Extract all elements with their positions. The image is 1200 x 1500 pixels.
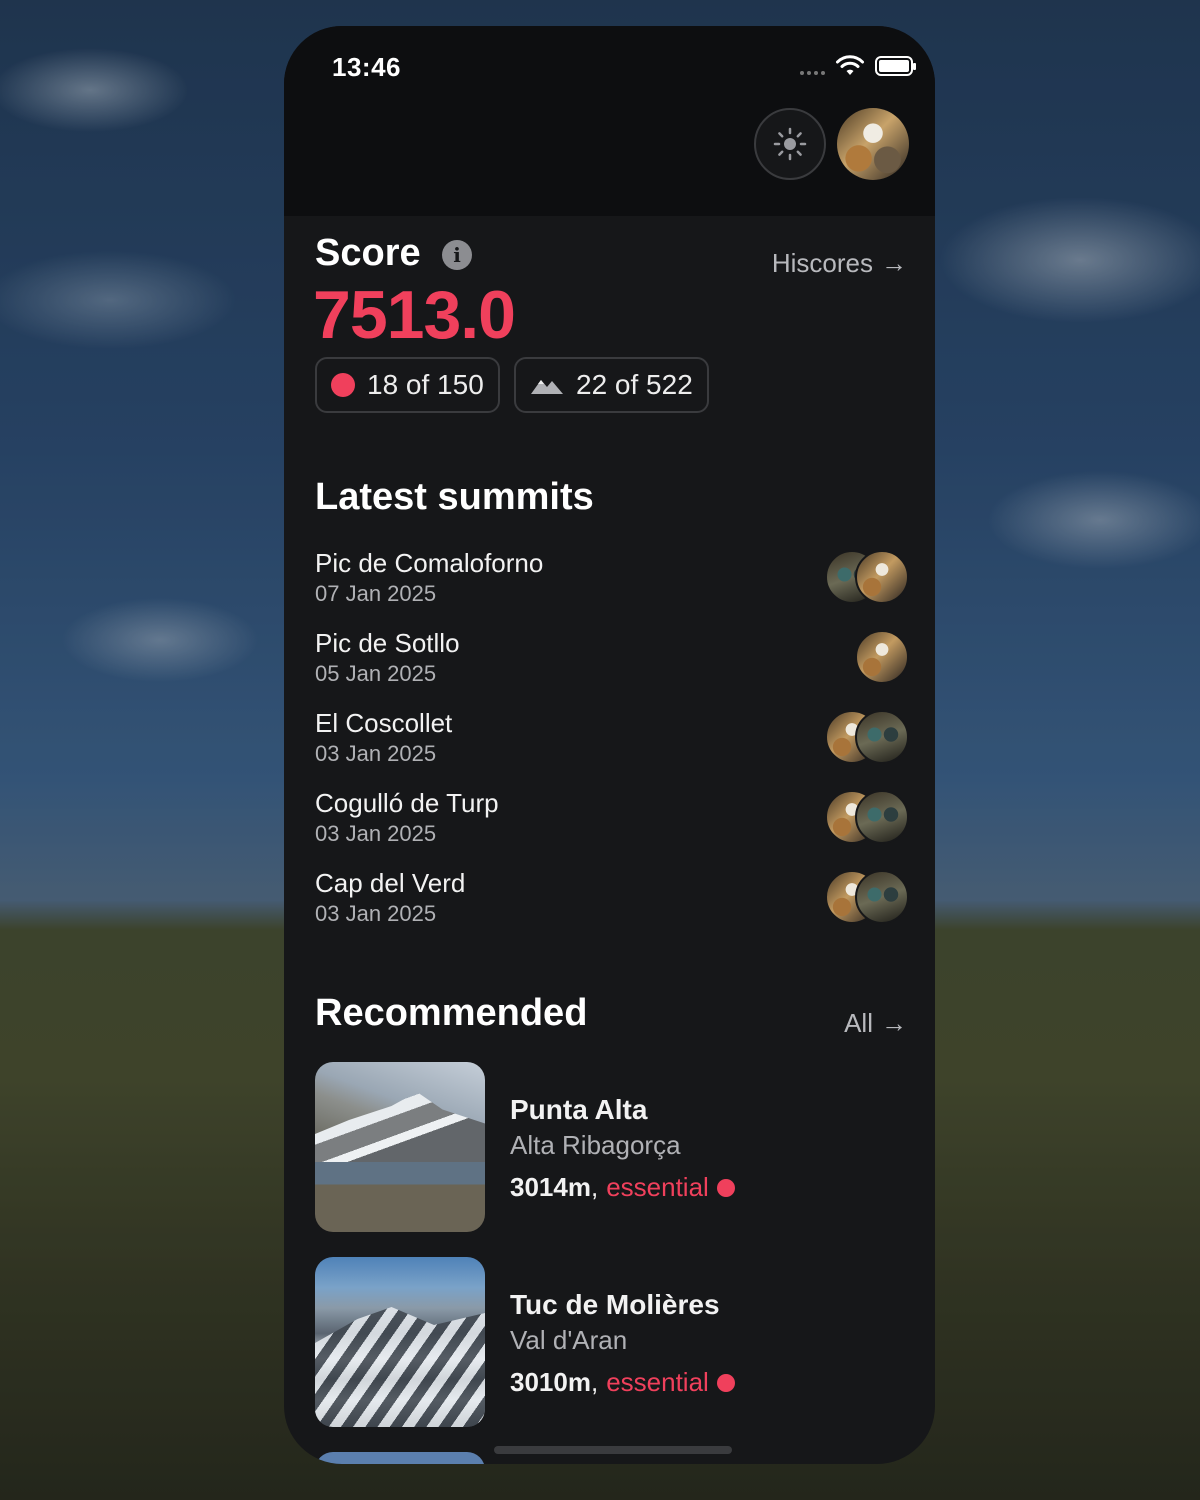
all-label: All xyxy=(844,1008,873,1038)
battery-icon xyxy=(875,56,916,76)
summit-row[interactable]: Pic de Sotllo 05 Jan 2025 xyxy=(315,626,909,706)
summit-row[interactable]: El Coscollet 03 Jan 2025 xyxy=(315,706,909,786)
climber-avatars xyxy=(825,550,909,604)
peak-photo xyxy=(315,1062,485,1232)
peak-name: Punta Alta xyxy=(510,1094,648,1125)
summit-date: 03 Jan 2025 xyxy=(315,901,437,926)
summit-name: El Coscollet xyxy=(315,708,453,738)
summit-row[interactable]: Cap del Verd 03 Jan 2025 xyxy=(315,866,909,946)
peak-category: essential xyxy=(606,1172,709,1202)
climber-avatars xyxy=(825,710,909,764)
essential-progress-badge[interactable]: 18 of 150 xyxy=(315,357,500,413)
profile-avatar[interactable] xyxy=(837,108,909,180)
sun-icon xyxy=(773,127,807,161)
summit-name: Cogulló de Turp xyxy=(315,788,499,818)
score-title: Score xyxy=(315,232,421,274)
climber-avatar xyxy=(855,550,909,604)
hiscores-link[interactable]: Hiscores → xyxy=(772,248,907,279)
climber-avatar xyxy=(855,710,909,764)
peak-elevation: 3014m xyxy=(510,1172,591,1202)
score-value: 7513.0 xyxy=(313,277,516,353)
home-indicator xyxy=(494,1446,732,1454)
status-time: 13:46 xyxy=(332,52,401,82)
recommended-card[interactable]: Punta Alta Alta Ribagorça 3014m, essenti… xyxy=(315,1062,909,1232)
summit-name: Pic de Sotllo xyxy=(315,628,460,658)
phone-screen: 13:46 Score i Hiscores → 7513.0 18 of 15… xyxy=(284,26,935,1464)
separator: , xyxy=(590,1367,599,1397)
peak-category: essential xyxy=(606,1367,709,1397)
essential-dot-icon xyxy=(716,1178,735,1197)
latest-summits-title: Latest summits xyxy=(315,476,594,518)
summit-row[interactable]: Cogulló de Turp 03 Jan 2025 xyxy=(315,786,909,866)
climber-avatar xyxy=(855,790,909,844)
latest-summits-list: Pic de Comaloforno 07 Jan 2025 Pic de Sotl… xyxy=(315,546,909,946)
summit-name: Pic de Comaloforno xyxy=(315,548,544,578)
hiscores-label: Hiscores xyxy=(771,248,873,278)
peak-photo xyxy=(315,1257,485,1427)
summit-date: 03 Jan 2025 xyxy=(315,821,437,846)
climber-avatar xyxy=(855,630,909,684)
summit-row[interactable]: Pic de Comaloforno 07 Jan 2025 xyxy=(315,546,909,626)
peak-region: Alta Ribagorça xyxy=(510,1130,681,1160)
peak-region: Val d'Aran xyxy=(510,1325,628,1355)
climber-avatars xyxy=(855,630,909,684)
all-recommended-link[interactable]: All → xyxy=(844,1008,907,1039)
essential-dot-icon xyxy=(331,373,355,397)
summit-name: Cap del Verd xyxy=(315,868,466,898)
summit-date: 03 Jan 2025 xyxy=(315,741,437,766)
peaks-progress-badge[interactable]: 22 of 522 xyxy=(514,357,709,413)
separator: , xyxy=(590,1172,599,1202)
essential-progress-text: 18 of 150 xyxy=(367,369,484,400)
essential-dot-icon xyxy=(716,1373,735,1392)
wifi-icon xyxy=(836,55,864,75)
signal-icon xyxy=(800,71,825,75)
peak-name: Tuc de Molières xyxy=(510,1289,720,1320)
climber-avatar xyxy=(855,870,909,924)
theme-toggle-button[interactable] xyxy=(754,108,826,180)
summit-date: 07 Jan 2025 xyxy=(315,581,437,606)
mountains-icon xyxy=(531,380,563,394)
summit-date: 05 Jan 2025 xyxy=(315,661,437,686)
recommended-title: Recommended xyxy=(315,992,588,1034)
climber-avatars xyxy=(825,870,909,924)
peak-photo-peek xyxy=(315,1452,485,1464)
peaks-progress-text: 22 of 522 xyxy=(576,369,693,400)
recommended-card[interactable]: Tuc de Molières Val d'Aran 3010m, essent… xyxy=(315,1257,909,1427)
arrow-right-icon: → xyxy=(881,1008,907,1038)
arrow-right-icon: → xyxy=(881,248,907,278)
peak-elevation: 3010m xyxy=(510,1367,591,1397)
info-icon[interactable]: i xyxy=(442,240,472,270)
status-icons xyxy=(800,54,916,78)
climber-avatars xyxy=(825,790,909,844)
